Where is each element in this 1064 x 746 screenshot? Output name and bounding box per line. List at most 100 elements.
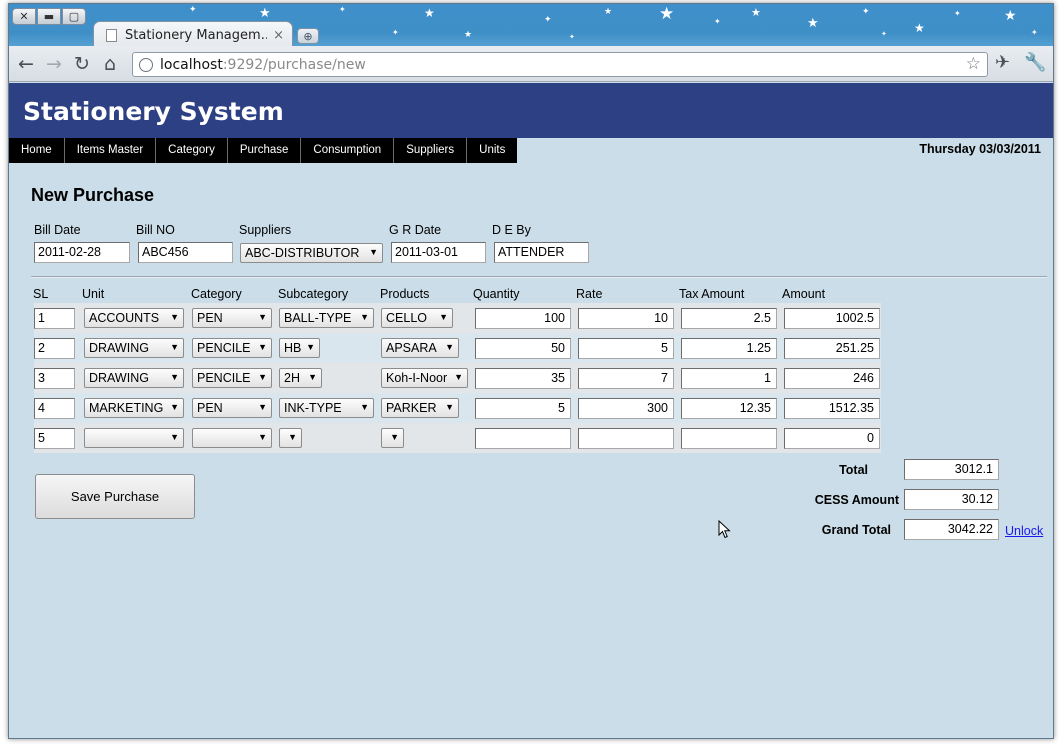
- rate-field[interactable]: 10: [578, 308, 674, 329]
- chevron-down-icon: ▼: [360, 402, 369, 412]
- amount-field[interactable]: 251.25: [784, 338, 880, 359]
- minimize-window-button[interactable]: ▬: [37, 8, 61, 25]
- menu-item-category[interactable]: Category: [156, 138, 228, 163]
- close-window-button[interactable]: ✕: [12, 8, 36, 25]
- tax-amount-field[interactable]: 2.5: [681, 308, 777, 329]
- unit-select[interactable]: MARKETING ▼: [84, 398, 184, 418]
- menu-item-purchase[interactable]: Purchase: [228, 138, 302, 163]
- bill-date-label: Bill Date: [34, 223, 81, 237]
- rate-field[interactable]: 5: [578, 338, 674, 359]
- sl-field[interactable]: 3: [34, 368, 75, 389]
- tax-amount-field[interactable]: 1: [681, 368, 777, 389]
- bill-date-field[interactable]: 2011-02-28: [34, 242, 130, 263]
- product-select[interactable]: Koh-I-Noor ▼: [381, 368, 468, 388]
- category-select[interactable]: PEN ▼: [192, 308, 272, 328]
- product-select[interactable]: PARKER ▼: [381, 398, 459, 418]
- amount-field[interactable]: 1512.35: [784, 398, 880, 419]
- sl-field[interactable]: 4: [34, 398, 75, 419]
- quantity-field[interactable]: [475, 428, 571, 449]
- rate-field[interactable]: 300: [578, 398, 674, 419]
- quantity-field[interactable]: 35: [475, 368, 571, 389]
- wrench-icon[interactable]: 🔧: [1024, 52, 1046, 73]
- reload-icon[interactable]: ↻: [68, 53, 96, 75]
- chevron-down-icon: ▼: [170, 372, 179, 382]
- rate-field[interactable]: [578, 428, 674, 449]
- unit-select[interactable]: DRAWING ▼: [84, 368, 184, 388]
- tax-amount-field[interactable]: 1.25: [681, 338, 777, 359]
- forward-icon[interactable]: →: [40, 53, 68, 75]
- bookmark-star-icon[interactable]: ☆: [966, 54, 981, 74]
- product-select[interactable]: CELLO ▼: [381, 308, 453, 328]
- category-select[interactable]: PENCILE ▼: [192, 368, 272, 388]
- main-menu: Home Items Master Category Purchase Cons…: [9, 138, 518, 163]
- browser-tab[interactable]: Stationery Managem... ×: [93, 21, 293, 46]
- supplier-select[interactable]: ABC-DISTRIBUTOR ▼: [240, 243, 383, 263]
- product-select[interactable]: APSARA ▼: [381, 338, 459, 358]
- bill-no-field[interactable]: ABC456: [138, 242, 233, 263]
- unlock-link[interactable]: Unlock: [1005, 524, 1043, 538]
- maximize-window-button[interactable]: ▢: [62, 8, 86, 25]
- category-select[interactable]: PENCILE ▼: [192, 338, 272, 358]
- product-select[interactable]: ▼: [381, 428, 404, 448]
- subcategory-select[interactable]: INK-TYPE ▼: [279, 398, 374, 418]
- address-bar[interactable]: localhost:9292/purchase/new ☆: [132, 52, 988, 77]
- chevron-down-icon: ▼: [258, 372, 267, 382]
- sl-field[interactable]: 1: [34, 308, 75, 329]
- category-select[interactable]: ▼: [192, 428, 272, 448]
- tab-close-icon[interactable]: ×: [273, 28, 284, 43]
- subcategory-select[interactable]: 2H ▼: [279, 368, 322, 388]
- rate-field[interactable]: 7: [578, 368, 674, 389]
- total-field[interactable]: 3012.1: [904, 459, 999, 480]
- tax-amount-field[interactable]: 12.35: [681, 398, 777, 419]
- grand-total-field[interactable]: 3042.22: [904, 519, 999, 540]
- de-by-field[interactable]: ATTENDER: [494, 242, 589, 263]
- chevron-down-icon: ▼: [170, 312, 179, 322]
- subcategory-select[interactable]: BALL-TYPE ▼: [279, 308, 374, 328]
- category-select[interactable]: PEN ▼: [192, 398, 272, 418]
- chevron-down-icon: ▼: [288, 432, 297, 442]
- save-purchase-button[interactable]: Save Purchase: [35, 474, 195, 519]
- tax-amount-field[interactable]: [681, 428, 777, 449]
- mouse-cursor-icon: [718, 520, 731, 539]
- unit-select[interactable]: DRAWING ▼: [84, 338, 184, 358]
- quantity-field[interactable]: 100: [475, 308, 571, 329]
- unit-value: MARKETING: [89, 401, 164, 415]
- unit-select[interactable]: ▼: [84, 428, 184, 448]
- column-header-category: Category: [191, 287, 242, 301]
- back-icon[interactable]: ←: [12, 53, 40, 75]
- menu-item-units[interactable]: Units: [467, 138, 517, 163]
- chevron-down-icon: ▼: [390, 432, 399, 442]
- column-header-amount: Amount: [782, 287, 826, 301]
- extension-icon[interactable]: ✈: [995, 52, 1010, 73]
- chevron-down-icon: ▼: [170, 342, 179, 352]
- menu-item-suppliers[interactable]: Suppliers: [394, 138, 468, 163]
- cess-amount-field[interactable]: 30.12: [904, 489, 999, 510]
- subcategory-select[interactable]: HB ▼: [279, 338, 320, 358]
- suppliers-label: Suppliers: [239, 223, 292, 237]
- new-tab-button[interactable]: ⊕: [297, 28, 319, 44]
- column-header-products: Products: [380, 287, 430, 301]
- app-title: Stationery System: [23, 97, 284, 126]
- home-icon[interactable]: ⌂: [96, 53, 124, 75]
- category-value: PEN: [197, 401, 223, 415]
- amount-field[interactable]: 246: [784, 368, 880, 389]
- chevron-down-icon: ▼: [439, 312, 448, 322]
- sl-field[interactable]: 5: [34, 428, 75, 449]
- chevron-down-icon: ▼: [258, 402, 267, 412]
- globe-icon: [139, 57, 153, 72]
- subcategory-select[interactable]: ▼: [279, 428, 302, 448]
- chevron-down-icon: ▼: [360, 312, 369, 322]
- product-value: CELLO: [386, 311, 427, 325]
- sl-field[interactable]: 2: [34, 338, 75, 359]
- quantity-field[interactable]: 5: [475, 398, 571, 419]
- unit-select[interactable]: ACCOUNTS ▼: [84, 308, 184, 328]
- amount-field[interactable]: 1002.5: [784, 308, 880, 329]
- menu-item-items-master[interactable]: Items Master: [65, 138, 157, 163]
- menu-item-consumption[interactable]: Consumption: [301, 138, 395, 163]
- column-header-rate: Rate: [576, 287, 603, 301]
- gr-date-field[interactable]: 2011-03-01: [391, 242, 486, 263]
- subcategory-value: 2H: [284, 371, 300, 385]
- amount-field[interactable]: 0: [784, 428, 880, 449]
- quantity-field[interactable]: 50: [475, 338, 571, 359]
- menu-item-home[interactable]: Home: [9, 138, 65, 163]
